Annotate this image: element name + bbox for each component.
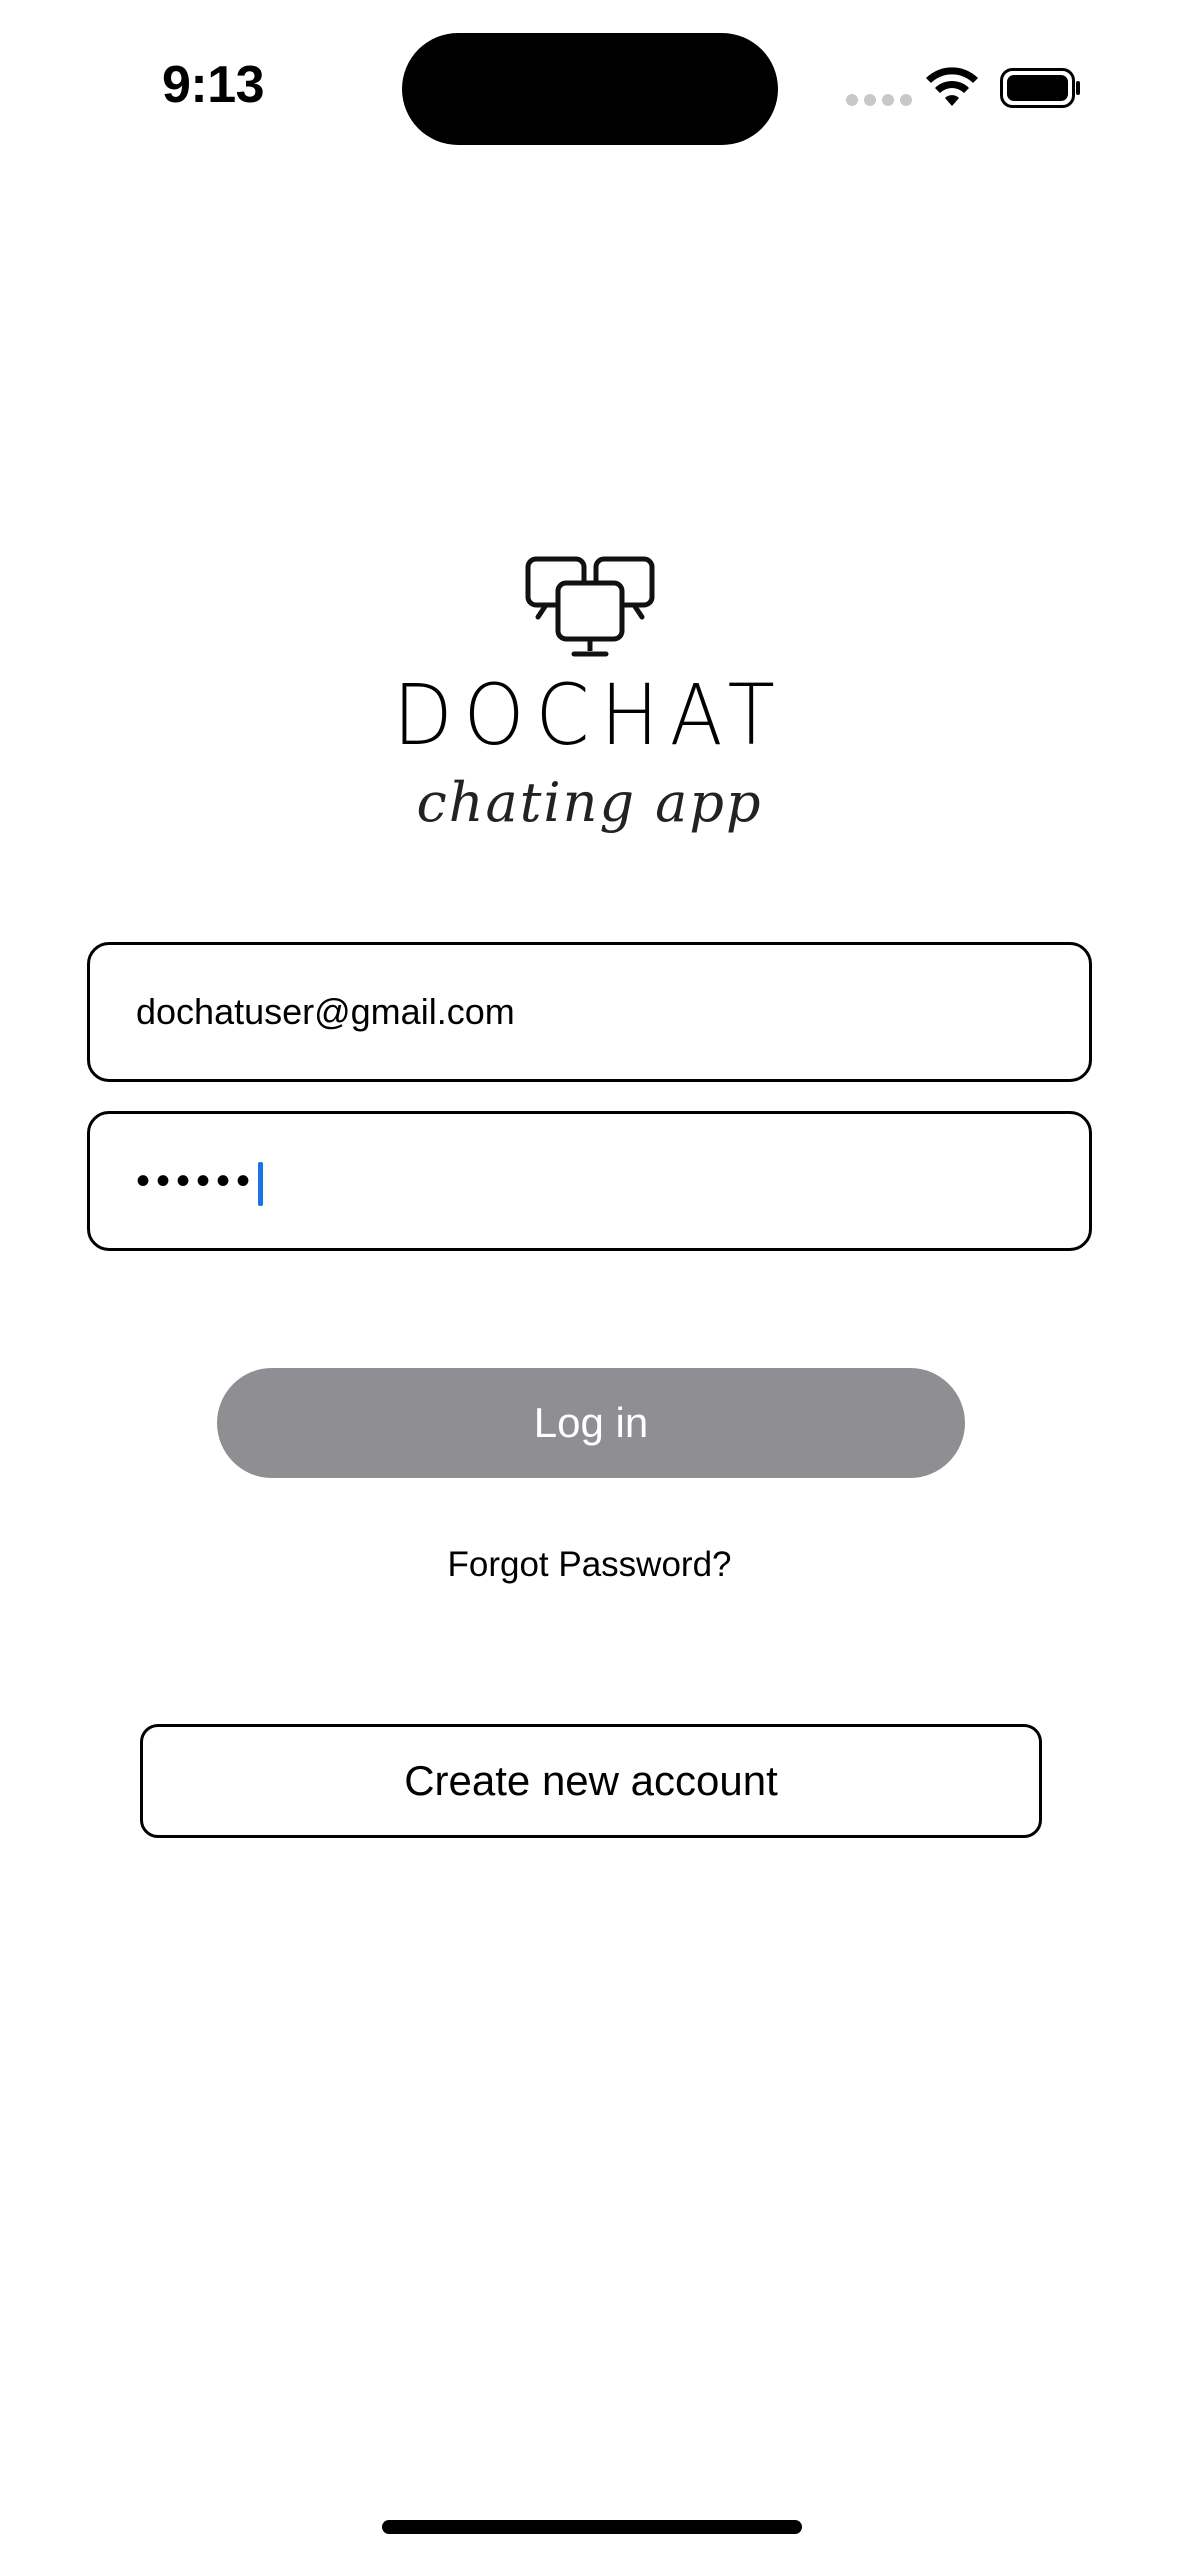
home-indicator[interactable] bbox=[382, 2520, 802, 2534]
text-caret bbox=[258, 1162, 264, 1207]
login-button[interactable]: Log in bbox=[217, 1368, 965, 1478]
app-logo: DOCHAT chating app bbox=[0, 555, 1179, 834]
email-value: dochatuser@gmail.com bbox=[136, 991, 515, 1032]
app-title: DOCHAT bbox=[393, 666, 786, 764]
dynamic-island bbox=[402, 33, 778, 145]
forgot-password-link[interactable]: Forgot Password? bbox=[0, 1545, 1179, 1585]
monitors-logo-icon bbox=[525, 556, 654, 657]
email-field[interactable]: dochatuser@gmail.com bbox=[87, 942, 1092, 1082]
signal-icon bbox=[846, 94, 912, 106]
password-dots: •••••• bbox=[136, 1159, 257, 1203]
create-account-button[interactable]: Create new account bbox=[140, 1724, 1042, 1838]
battery-icon bbox=[1000, 68, 1080, 108]
wifi-icon bbox=[926, 67, 978, 106]
status-time: 9:13 bbox=[162, 56, 265, 114]
password-field[interactable]: •••••• bbox=[87, 1111, 1092, 1251]
app-subtitle: chating app bbox=[416, 771, 763, 834]
status-bar: 9:13 bbox=[0, 0, 1179, 180]
password-value: •••••• bbox=[136, 1114, 264, 1248]
